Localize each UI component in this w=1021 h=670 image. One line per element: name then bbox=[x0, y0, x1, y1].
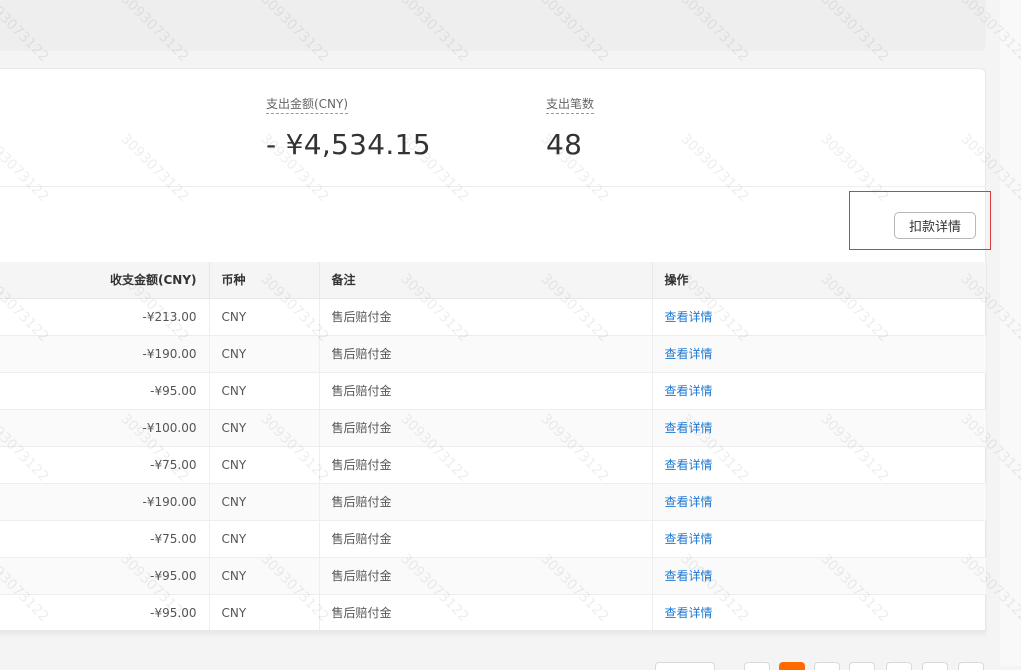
table-header-row: 收支金额(CNY) 币种 备注 操作 bbox=[0, 262, 987, 299]
header-remark: 备注 bbox=[319, 262, 653, 299]
cell-currency: CNY bbox=[209, 335, 320, 373]
cell-remark: 售后赔付金 bbox=[319, 520, 653, 558]
pager-size-select[interactable] bbox=[655, 662, 715, 670]
pager-page-5[interactable] bbox=[922, 662, 948, 670]
table-row: -¥190.00 CNY 售后赔付金 查看详情 bbox=[0, 483, 987, 521]
cell-action: 查看详情 bbox=[652, 446, 987, 484]
cell-amount: -¥95.00 bbox=[0, 557, 210, 595]
view-detail-link[interactable]: 查看详情 bbox=[665, 458, 713, 472]
view-detail-link[interactable]: 查看详情 bbox=[665, 310, 713, 324]
header-action: 操作 bbox=[652, 262, 987, 299]
cell-amount: -¥95.00 bbox=[0, 372, 210, 410]
header-currency: 币种 bbox=[209, 262, 320, 299]
table-row: -¥95.00 CNY 售后赔付金 查看详情 bbox=[0, 372, 987, 410]
cell-amount: -¥95.00 bbox=[0, 594, 210, 632]
view-detail-link[interactable]: 查看详情 bbox=[665, 532, 713, 546]
expense-amount-value: - ¥4,534.15 bbox=[266, 128, 431, 161]
table-row: -¥190.00 CNY 售后赔付金 查看详情 bbox=[0, 335, 987, 373]
cell-action: 查看详情 bbox=[652, 409, 987, 447]
cell-amount: -¥100.00 bbox=[0, 409, 210, 447]
cell-currency: CNY bbox=[209, 557, 320, 595]
pager-next-button[interactable] bbox=[958, 662, 984, 670]
pager-page-1[interactable] bbox=[779, 662, 805, 670]
table-row: -¥213.00 CNY 售后赔付金 查看详情 bbox=[0, 298, 987, 336]
transactions-table: 收支金额(CNY) 币种 备注 操作 -¥213.00 CNY 售后赔付金 查看详情 -… bbox=[0, 262, 987, 632]
cell-currency: CNY bbox=[209, 446, 320, 484]
cell-remark: 售后赔付金 bbox=[319, 372, 653, 410]
cell-currency: CNY bbox=[209, 372, 320, 410]
view-detail-link[interactable]: 查看详情 bbox=[665, 569, 713, 583]
cell-currency: CNY bbox=[209, 520, 320, 558]
cell-remark: 售后赔付金 bbox=[319, 557, 653, 595]
view-detail-link[interactable]: 查看详情 bbox=[665, 495, 713, 509]
pager-page-3[interactable] bbox=[849, 662, 875, 670]
cell-action: 查看详情 bbox=[652, 335, 987, 373]
cell-currency: CNY bbox=[209, 298, 320, 336]
cell-action: 查看详情 bbox=[652, 520, 987, 558]
view-detail-link[interactable]: 查看详情 bbox=[665, 421, 713, 435]
cell-remark: 售后赔付金 bbox=[319, 335, 653, 373]
cell-amount: -¥190.00 bbox=[0, 483, 210, 521]
view-detail-link[interactable]: 查看详情 bbox=[665, 347, 713, 361]
header-amount: 收支金额(CNY) bbox=[0, 262, 210, 299]
pager-prev-button[interactable] bbox=[744, 662, 770, 670]
cell-remark: 售后赔付金 bbox=[319, 298, 653, 336]
cell-amount: -¥75.00 bbox=[0, 446, 210, 484]
table-row: -¥75.00 CNY 售后赔付金 查看详情 bbox=[0, 520, 987, 558]
cell-action: 查看详情 bbox=[652, 557, 987, 595]
top-panel bbox=[0, 0, 986, 51]
cell-amount: -¥75.00 bbox=[0, 520, 210, 558]
summary-divider bbox=[0, 186, 986, 187]
cell-amount: -¥190.00 bbox=[0, 335, 210, 373]
expense-count-stat: 支出笔数 48 bbox=[546, 93, 595, 161]
pager-page-4[interactable] bbox=[886, 662, 912, 670]
cell-currency: CNY bbox=[209, 483, 320, 521]
cell-action: 查看详情 bbox=[652, 594, 987, 632]
cell-action: 查看详情 bbox=[652, 372, 987, 410]
table-row: -¥75.00 CNY 售后赔付金 查看详情 bbox=[0, 446, 987, 484]
cell-currency: CNY bbox=[209, 409, 320, 447]
cell-amount: -¥213.00 bbox=[0, 298, 210, 336]
table-row: -¥100.00 CNY 售后赔付金 查看详情 bbox=[0, 409, 987, 447]
expense-amount-label: 支出金额(CNY) bbox=[266, 95, 349, 114]
view-detail-link[interactable]: 查看详情 bbox=[665, 606, 713, 620]
expense-count-label: 支出笔数 bbox=[546, 95, 595, 114]
cell-remark: 售后赔付金 bbox=[319, 483, 653, 521]
cell-remark: 售后赔付金 bbox=[319, 594, 653, 632]
cell-remark: 售后赔付金 bbox=[319, 446, 653, 484]
cell-action: 查看详情 bbox=[652, 483, 987, 521]
table-row: -¥95.00 CNY 售后赔付金 查看详情 bbox=[0, 557, 987, 595]
cell-remark: 售后赔付金 bbox=[319, 409, 653, 447]
page-scrollbar[interactable] bbox=[1000, 0, 1021, 666]
cell-currency: CNY bbox=[209, 594, 320, 632]
table-scroll-shadow bbox=[0, 630, 986, 638]
view-detail-link[interactable]: 查看详情 bbox=[665, 384, 713, 398]
expense-count-value: 48 bbox=[546, 128, 583, 161]
deduction-detail-button[interactable]: 扣款详情 bbox=[894, 212, 976, 239]
cell-action: 查看详情 bbox=[652, 298, 987, 336]
pager-page-2[interactable] bbox=[814, 662, 840, 670]
expense-amount-stat: 支出金额(CNY) - ¥4,534.15 bbox=[266, 93, 431, 161]
table-row: -¥95.00 CNY 售后赔付金 查看详情 bbox=[0, 594, 987, 632]
